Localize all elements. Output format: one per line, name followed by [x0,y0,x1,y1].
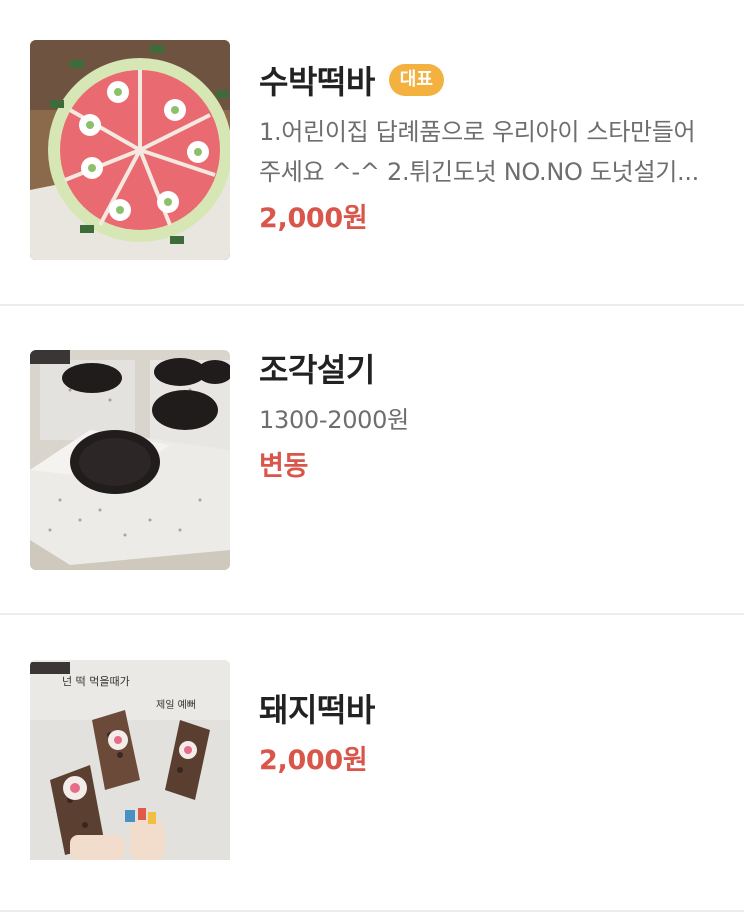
oreo-sulgi-photo [30,350,230,570]
item-price: 2,000원 [259,203,368,234]
item-info: 수박떡바 대표 1.어린이집 답례품으로 우리아이 스타만들어주세요 ^-^ 2… [259,60,714,235]
item-description: 1300-2000원 [259,406,409,434]
item-title: 수박떡바 [259,63,375,101]
title-row: 수박떡바 대표 [259,60,714,101]
item-info: 조각설기 1300-2000원 변동 [259,348,714,483]
menu-item-piece-sulgi[interactable]: 조각설기 1300-2000원 변동 [0,306,744,615]
item-price: 2,000원 [259,745,368,776]
item-info: 돼지떡바 2,000원 [259,688,714,777]
watermelon-rice-cake-photo [30,40,230,260]
title-row: 조각설기 [259,348,714,389]
menu-list: 수박떡바 대표 1.어린이집 답례품으로 우리아이 스타만들어주세요 ^-^ 2… [0,0,744,912]
featured-badge: 대표 [388,64,444,96]
menu-item-watermelon-bar[interactable]: 수박떡바 대표 1.어린이집 답례품으로 우리아이 스타만들어주세요 ^-^ 2… [0,0,744,306]
title-row: 돼지떡바 [259,688,714,729]
svg-text:제일 예뻐: 제일 예뻐 [156,699,196,711]
item-title: 돼지떡바 [259,691,375,729]
item-title: 조각설기 [259,351,375,389]
menu-item-pig-bar[interactable]: 넌 떡 먹을때가 제일 예뻐 돼지떡바 2,000원 [0,615,744,912]
item-thumbnail[interactable] [30,350,230,570]
item-thumbnail[interactable] [30,40,230,260]
item-thumbnail[interactable]: 넌 떡 먹을때가 제일 예뻐 [30,660,230,880]
item-description: 1.어린이집 답례품으로 우리아이 스타만들어주세요 ^-^ 2.튀긴도넛 NO… [259,118,700,186]
photo-caption: 넌 떡 먹을때가 [62,675,130,688]
item-price: 변동 [259,451,309,482]
pig-rice-cake-bar-photo: 넌 떡 먹을때가 제일 예뻐 [30,660,230,860]
